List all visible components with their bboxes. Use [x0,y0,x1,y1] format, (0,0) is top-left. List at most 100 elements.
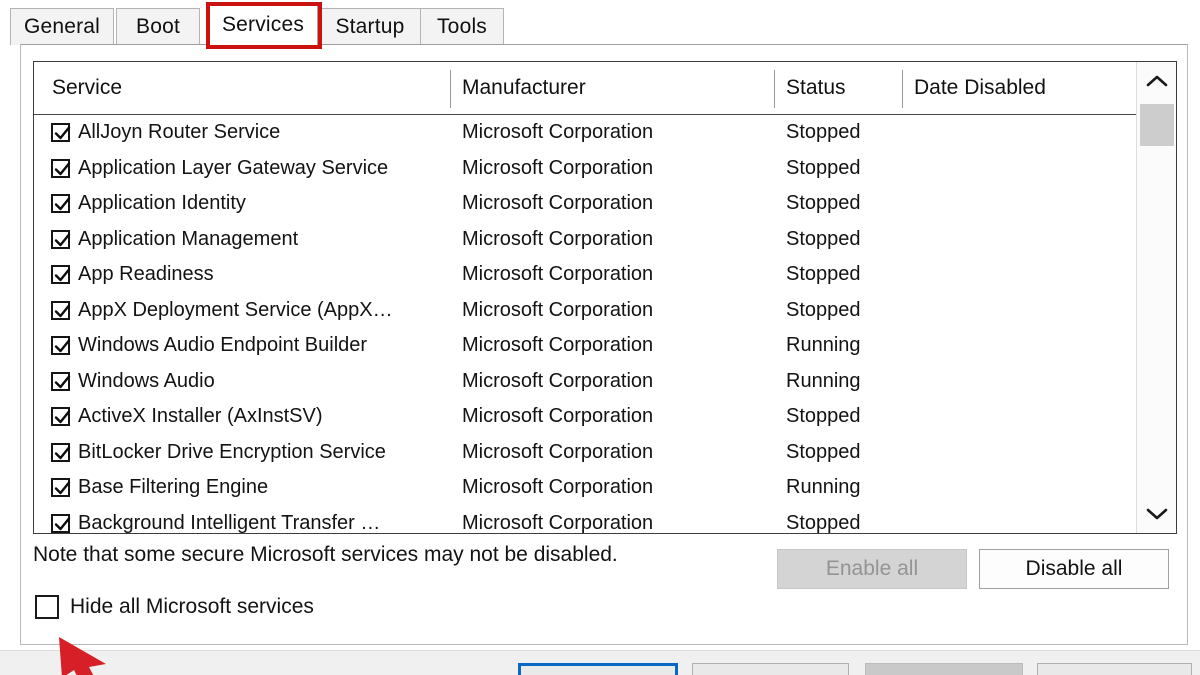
column-header-date-disabled[interactable]: Date Disabled [914,62,1046,114]
service-checkbox[interactable] [51,336,71,355]
cell-service: ActiveX Installer (AxInstSV) [78,405,323,428]
tab-services-label: Services [221,13,305,36]
dialog-button-strip [0,650,1200,675]
tab-startup-label: Startup [335,15,405,38]
service-checkbox[interactable] [51,194,71,213]
column-divider[interactable] [774,70,775,108]
cell-manufacturer: Microsoft Corporation [462,156,654,179]
table-row[interactable]: Application Layer Gateway Service Microso… [34,151,1176,187]
table-row[interactable]: ActiveX Installer (AxInstSV) Microsoft Co… [34,399,1176,435]
service-checkbox[interactable] [51,407,71,426]
cell-manufacturer: Microsoft Corporation [462,121,654,144]
cell-service: Application Identity [78,192,246,215]
tab-tools-label: Tools [436,15,488,38]
cell-manufacturer: Microsoft Corporation [462,263,654,286]
tab-general-label: General [23,15,101,38]
column-divider[interactable] [902,70,903,108]
column-header-manufacturer[interactable]: Manufacturer [462,62,586,114]
cell-manufacturer: Microsoft Corporation [462,334,654,357]
cell-manufacturer: Microsoft Corporation [462,511,654,534]
table-row[interactable]: BitLocker Drive Encryption Service Micros… [34,435,1176,471]
service-checkbox[interactable] [51,300,71,320]
cell-service: Windows Audio [78,369,215,392]
cell-status: Stopped [786,440,861,463]
ok-button[interactable] [518,663,678,675]
cell-service: Background Intelligent Transfer … [78,511,381,534]
secure-services-note: Note that some secure Microsoft services… [33,543,618,566]
table-row[interactable]: App Readiness Microsoft Corporation Stoppe… [34,257,1176,293]
disable-all-label: Disable all [1025,557,1123,580]
services-list-header: Service Manufacturer Status Date Disable… [34,62,1176,115]
cell-status: Stopped [786,263,861,286]
column-divider[interactable] [450,70,451,108]
cell-status: Running [786,334,861,357]
service-checkbox[interactable] [51,371,71,391]
cell-status: Stopped [786,156,861,179]
service-checkbox[interactable] [51,478,71,497]
apply-button [865,663,1023,675]
cell-status: Running [786,476,861,499]
column-header-status[interactable]: Status [786,62,846,114]
scroll-down-icon[interactable] [1137,495,1176,533]
cell-service: App Readiness [78,263,214,286]
service-checkbox[interactable] [51,123,71,142]
service-checkbox[interactable] [51,442,71,462]
table-row[interactable]: Application Management Microsoft Corporat… [34,222,1176,258]
column-header-service[interactable]: Service [52,62,122,114]
table-row[interactable]: Windows Audio Endpoint Builder Microsoft … [34,328,1176,364]
cell-status: Stopped [786,511,861,534]
tab-services[interactable]: Services [208,4,318,45]
cell-service: Application Layer Gateway Service [78,156,389,179]
services-panel: Service Manufacturer Status Date Disable… [20,44,1188,645]
table-row[interactable]: Windows Audio Microsoft Corporation Runnin… [34,364,1176,400]
cell-service: Windows Audio Endpoint Builder [78,334,368,357]
cell-manufacturer: Microsoft Corporation [462,298,654,321]
hide-all-microsoft-services-box[interactable] [35,595,59,619]
services-list-scrollbar[interactable] [1136,62,1176,533]
scrollbar-thumb[interactable] [1140,104,1174,146]
tab-startup[interactable]: Startup [318,8,422,45]
tab-boot[interactable]: Boot [116,8,200,45]
cell-status: Stopped [786,121,861,144]
cancel-button[interactable] [692,663,849,675]
hide-all-microsoft-services-label: Hide all Microsoft services [70,595,314,618]
table-row[interactable]: AppX Deployment Service (AppX… Microsoft … [34,293,1176,329]
tab-tools[interactable]: Tools [420,8,504,45]
cell-status: Stopped [786,405,861,428]
service-checkbox[interactable] [51,229,71,249]
enable-all-label: Enable all [825,557,919,580]
tab-general[interactable]: General [10,8,114,45]
tab-strip: General Boot Services Startup Tools [0,0,1200,45]
table-row[interactable]: Background Intelligent Transfer … Microso… [34,506,1176,534]
service-checkbox[interactable] [51,265,71,284]
cell-manufacturer: Microsoft Corporation [462,192,654,215]
hide-all-microsoft-services-checkbox[interactable]: Hide all Microsoft services [35,595,314,619]
cell-status: Running [786,369,861,392]
cell-manufacturer: Microsoft Corporation [462,369,654,392]
red-pointer-arrow-annotation [59,637,106,675]
table-row[interactable]: AllJoyn Router Service Microsoft Corporat… [34,115,1176,151]
cell-service: BitLocker Drive Encryption Service [78,440,386,463]
cell-manufacturer: Microsoft Corporation [462,227,654,250]
table-row[interactable]: Application Identity Microsoft Corporatio… [34,186,1176,222]
service-checkbox[interactable] [51,158,71,178]
service-checkbox[interactable] [51,513,71,533]
enable-all-button: Enable all [777,549,967,589]
disable-all-button[interactable]: Disable all [979,549,1169,589]
help-button[interactable] [1037,663,1192,675]
cell-service: Base Filtering Engine [78,476,269,499]
tab-boot-label: Boot [136,15,180,38]
cell-manufacturer: Microsoft Corporation [462,405,654,428]
cell-manufacturer: Microsoft Corporation [462,440,654,463]
services-list-rows: AllJoyn Router Service Microsoft Corporat… [34,115,1176,534]
services-list[interactable]: Service Manufacturer Status Date Disable… [33,61,1177,534]
cell-status: Stopped [786,227,861,250]
cell-manufacturer: Microsoft Corporation [462,476,654,499]
cell-service: AllJoyn Router Service [78,121,281,144]
cell-service: Application Management [78,227,299,250]
system-configuration-window: General Boot Services Startup Tools Serv… [0,0,1200,675]
cell-status: Stopped [786,298,861,321]
scroll-up-icon[interactable] [1137,62,1176,100]
table-row[interactable]: Base Filtering Engine Microsoft Corporati… [34,470,1176,506]
cell-service: AppX Deployment Service (AppX… [78,298,393,321]
